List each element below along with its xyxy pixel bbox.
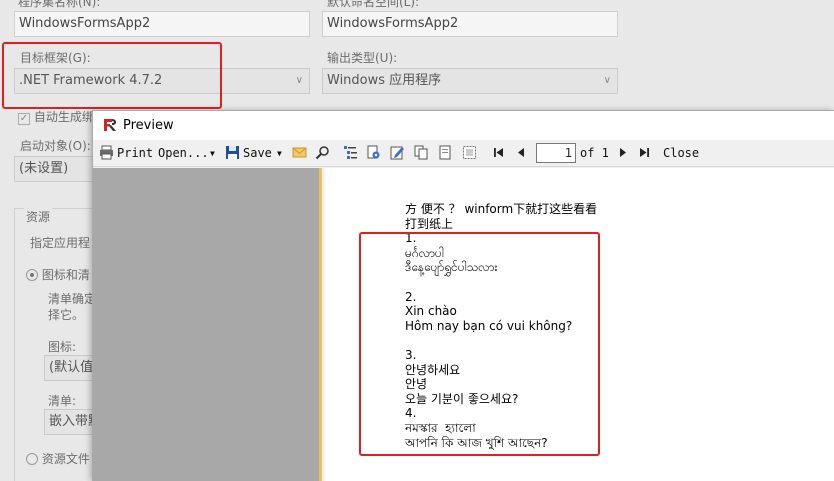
specify-resources-label: 指定应用程 (30, 236, 91, 250)
manifest-desc-line2: 择它。 (48, 308, 85, 322)
next-page-icon[interactable] (615, 145, 630, 160)
assembly-name-label: 程序集名称(N): (18, 0, 101, 9)
search-icon[interactable] (315, 145, 330, 160)
open-button[interactable]: Open... (158, 145, 209, 162)
assembly-name-field[interactable]: WindowsFormsApp2 (14, 11, 310, 37)
manifest-dropdown[interactable]: 嵌入带默 (44, 409, 96, 435)
save-dropdown-arrow-icon[interactable]: ▼ (277, 145, 282, 162)
output-type-label: 输出类型(U): (327, 51, 398, 65)
chevron-down-icon: ∨ (603, 75, 611, 86)
checkmark-icon: ✓ (18, 113, 30, 125)
report-line: 打到纸上 (405, 216, 454, 231)
resources-group-label: 资源 (24, 208, 53, 225)
icon-value: (默认值: (49, 360, 96, 375)
email-icon[interactable] (292, 145, 307, 160)
output-type-dropdown[interactable]: Windows 应用程序 ∨ (322, 68, 618, 94)
resource-file-label: 资源文件 (41, 452, 90, 466)
icon-dropdown[interactable]: (默认值: (44, 355, 96, 381)
highlight-target-framework (2, 42, 222, 109)
startup-object-label: 启动对象(O): (20, 139, 91, 153)
startup-object-value: (未设置) (19, 161, 69, 176)
fastreport-app-icon (104, 119, 116, 131)
default-namespace-label: 默认命名空间(L): (327, 0, 420, 9)
preview-toolbar: Print Open... ▼ Save ▼ 1 of 1 Close (93, 140, 834, 167)
save-button[interactable]: Save (243, 145, 272, 162)
watermark-icon[interactable] (462, 145, 477, 160)
output-type-value: Windows 应用程序 (327, 73, 442, 88)
copy-page-icon[interactable] (414, 145, 429, 160)
chevron-down-icon: ∨ (295, 75, 303, 86)
delete-page-icon[interactable] (438, 145, 453, 160)
current-page-input[interactable]: 1 (536, 143, 576, 163)
preview-titlebar: Preview (93, 111, 834, 140)
manifest-label: 清单: (48, 394, 77, 408)
preview-outline-panel (93, 168, 322, 481)
radio-selected-icon (26, 269, 38, 281)
startup-object-dropdown[interactable]: (未设置) (14, 156, 94, 182)
icon-manifest-label: 图标和清 (41, 268, 90, 282)
last-page-icon[interactable] (637, 145, 652, 160)
manifest-value: 嵌入带默 (49, 414, 96, 429)
floppy-disk-icon[interactable] (225, 145, 240, 160)
preview-window-title: Preview (123, 118, 174, 133)
radio-empty-icon (26, 453, 38, 465)
previous-page-icon[interactable] (514, 145, 529, 160)
manifest-desc-line1: 清单确定 (48, 292, 97, 306)
outline-icon[interactable] (343, 145, 358, 160)
printer-icon[interactable] (99, 145, 114, 160)
open-dropdown-arrow-icon[interactable]: ▼ (210, 145, 215, 162)
first-page-icon[interactable] (491, 145, 506, 160)
page-setup-icon[interactable] (366, 145, 381, 160)
resource-file-radio[interactable]: 资源文件 (26, 450, 90, 467)
icon-manifest-radio[interactable]: 图标和清 (26, 266, 90, 283)
print-button[interactable]: Print (117, 145, 153, 162)
highlight-report-text (359, 232, 600, 456)
auto-generate-checkbox[interactable]: ✓ 自动生成绑 (18, 108, 94, 125)
page-count-label: of 1 (580, 146, 609, 160)
close-button[interactable]: Close (663, 145, 699, 162)
default-namespace-field[interactable]: WindowsFormsApp2 (322, 11, 618, 37)
edit-page-icon[interactable] (390, 145, 405, 160)
icon-label: 图标: (48, 340, 77, 354)
report-line: 方 便不 ？ winform下就打这些看看 (405, 202, 598, 216)
auto-generate-label: 自动生成绑 (33, 110, 94, 124)
